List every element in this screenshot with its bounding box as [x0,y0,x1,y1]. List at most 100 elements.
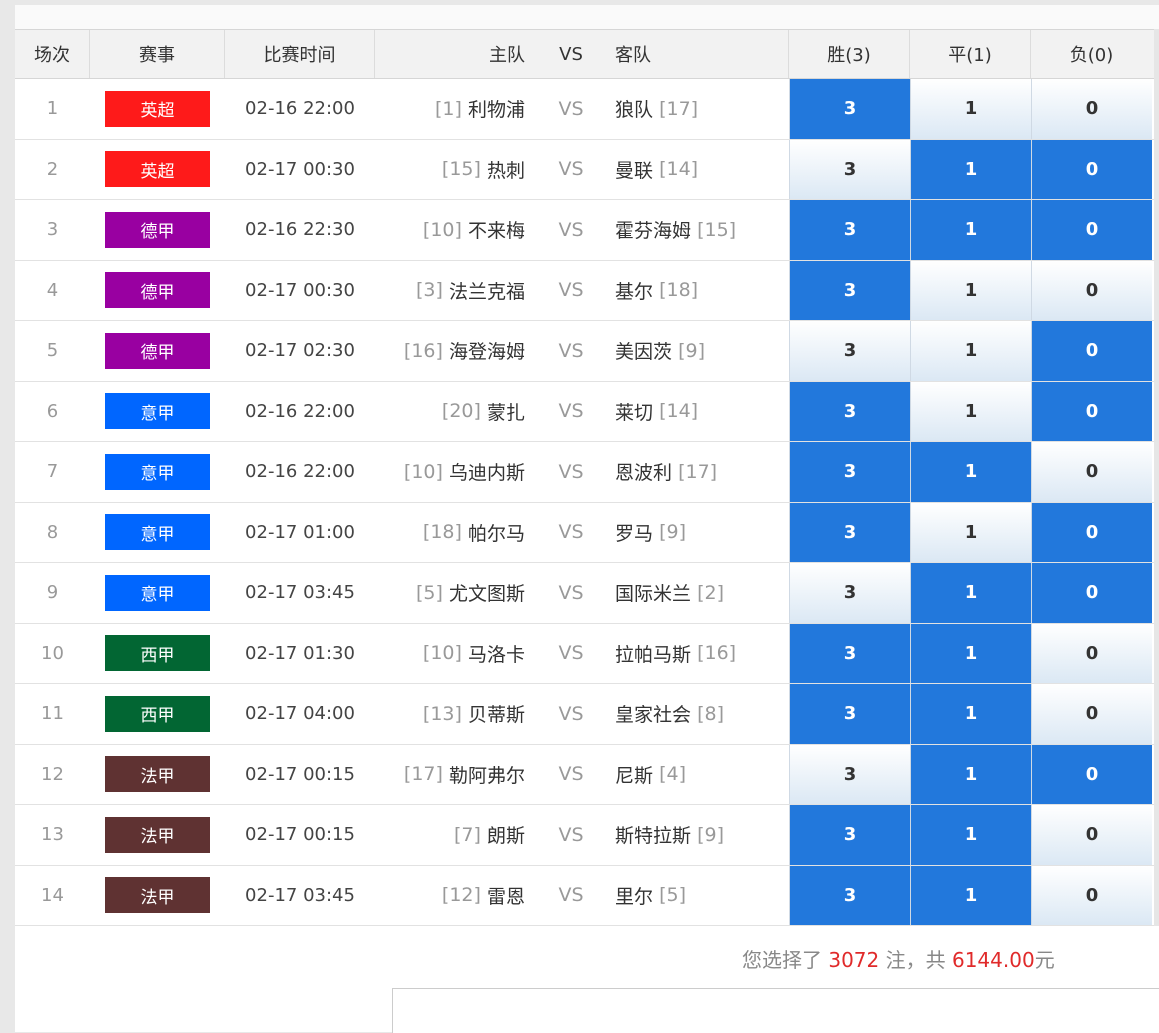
away-rank: [17] [678,460,718,483]
away-team: 恩波利 [17] [607,442,789,502]
away-rank: [9] [659,521,686,544]
home-rank: [13] [422,702,462,725]
home-rank: [20] [441,400,481,423]
option-draw-button[interactable]: 1 [910,865,1031,925]
league-badge: 意甲 [105,514,210,551]
league-cell: 法甲 [90,866,225,926]
vs-label: VS [558,97,584,120]
option-win-button[interactable]: 3 [789,744,910,804]
option-draw-button[interactable]: 1 [910,623,1031,683]
away-name: 尼斯 [615,764,654,787]
option-lose-button[interactable]: 0 [1031,260,1152,320]
vs-label: VS [558,158,584,181]
home-name: 利物浦 [467,99,525,122]
home-team: [15] 热刺 [375,140,535,200]
option-win-button[interactable]: 3 [789,79,910,139]
option-lose-button[interactable]: 0 [1031,321,1152,381]
option-lose-button[interactable]: 0 [1031,865,1152,925]
away-name: 罗马 [615,522,654,545]
option-draw-button[interactable]: 1 [910,381,1031,441]
option-lose-button[interactable]: 0 [1031,805,1152,865]
option-draw-button[interactable]: 1 [910,260,1031,320]
match-index: 7 [46,461,59,483]
table-row: 6 意甲 02-16 22:00 [20] 蒙扎 VS 莱切 [14] 3 1 0 [15,381,1154,442]
option-draw-button[interactable]: 1 [910,805,1031,865]
option-draw-button[interactable]: 1 [910,744,1031,804]
option-lose-button[interactable]: 0 [1031,684,1152,744]
vs-label: VS [558,521,584,544]
option-win-button[interactable]: 3 [789,260,910,320]
option-draw-button[interactable]: 1 [910,139,1031,199]
option-lose-button[interactable]: 0 [1031,623,1152,683]
away-rank: [14] [659,158,699,181]
away-team: 狼队 [17] [607,79,789,139]
home-rank: [15] [441,158,481,181]
option-win-button[interactable]: 3 [789,139,910,199]
option-win-button[interactable]: 3 [789,684,910,744]
league-cell: 西甲 [90,624,225,684]
option-lose-button[interactable]: 0 [1031,442,1152,502]
home-rank: [10] [422,642,462,665]
home-name: 朗斯 [486,825,525,848]
home-rank: [1] [435,97,462,120]
league-badge: 德甲 [105,332,210,369]
option-win-button[interactable]: 3 [789,321,910,381]
home-name: 蒙扎 [486,401,525,424]
header-lose: 负(0) [1069,45,1114,66]
away-name: 拉帕马斯 [615,643,692,666]
option-draw-button[interactable]: 1 [910,79,1031,139]
home-name: 法兰克福 [448,280,525,303]
match-index: 5 [46,340,59,362]
away-rank: [14] [659,400,699,423]
vs-label: VS [558,218,584,241]
option-lose-button[interactable]: 0 [1031,381,1152,441]
option-lose-button[interactable]: 0 [1031,563,1152,623]
home-rank: [5] [416,581,443,604]
league-cell: 意甲 [90,382,225,442]
table-row: 4 德甲 02-17 00:30 [3] 法兰克福 VS 基尔 [18] 3 1 0 [15,260,1154,321]
option-win-button[interactable]: 3 [789,502,910,562]
table-row: 7 意甲 02-16 22:00 [10] 乌迪内斯 VS 恩波利 [17] 3 1 0 [15,442,1154,503]
option-lose-button[interactable]: 0 [1031,502,1152,562]
option-win-button[interactable]: 3 [789,865,910,925]
match-time: 02-17 01:30 [245,642,355,664]
option-draw-button[interactable]: 1 [910,442,1031,502]
option-win-button[interactable]: 3 [789,623,910,683]
option-win-button[interactable]: 3 [789,200,910,260]
match-index: 3 [46,219,59,241]
home-team: [10] 不来梅 [375,200,535,260]
header-vs: VS [559,43,583,65]
home-team: [13] 贝蒂斯 [375,684,535,744]
away-team: 美因茨 [9] [607,321,789,381]
match-time: 02-17 00:30 [245,158,355,180]
option-win-button[interactable]: 3 [789,563,910,623]
option-lose-button[interactable]: 0 [1031,79,1152,139]
match-index: 6 [46,400,59,422]
option-draw-button[interactable]: 1 [910,321,1031,381]
home-rank: [16] [403,339,443,362]
option-lose-button[interactable]: 0 [1031,200,1152,260]
match-time: 02-17 03:45 [245,884,355,906]
option-win-button[interactable]: 3 [789,805,910,865]
away-name: 霍芬海姆 [615,220,692,243]
option-lose-button[interactable]: 0 [1031,139,1152,199]
league-badge: 法甲 [105,877,210,914]
home-team: [10] 乌迪内斯 [375,442,535,502]
option-draw-button[interactable]: 1 [910,684,1031,744]
option-draw-button[interactable]: 1 [910,200,1031,260]
option-lose-button[interactable]: 0 [1031,744,1152,804]
option-win-button[interactable]: 3 [789,381,910,441]
match-time: 02-17 02:30 [245,340,355,362]
league-badge: 意甲 [105,393,210,430]
home-rank: [7] [454,823,481,846]
away-rank: [17] [659,97,699,120]
header-league: 赛事 [90,30,225,78]
away-name: 里尔 [615,885,654,908]
match-index: 14 [41,884,64,906]
league-badge: 法甲 [105,756,210,793]
option-draw-button[interactable]: 1 [910,563,1031,623]
vs-label: VS [558,763,584,786]
home-name: 雷恩 [486,885,525,908]
option-win-button[interactable]: 3 [789,442,910,502]
option-draw-button[interactable]: 1 [910,502,1031,562]
